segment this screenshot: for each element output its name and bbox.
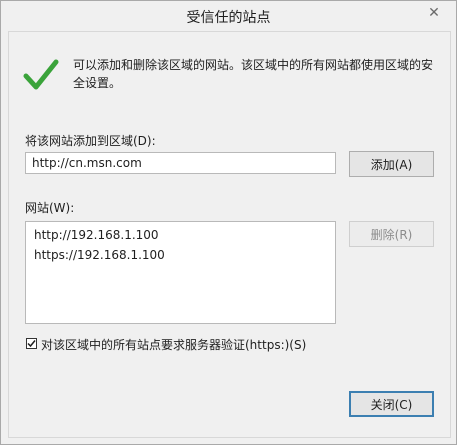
checkbox-check-icon bbox=[27, 340, 36, 348]
close-button[interactable]: 关闭(C) bbox=[349, 391, 434, 417]
site-url-input[interactable] bbox=[25, 152, 336, 174]
remove-button[interactable]: 删除(R) bbox=[349, 221, 434, 247]
info-message: 可以添加和删除该区域的网站。该区域中的所有网站都使用区域的安全设置。 bbox=[73, 58, 434, 90]
add-button[interactable]: 添加(A) bbox=[349, 151, 434, 177]
require-https-checkbox[interactable] bbox=[26, 338, 37, 349]
checkmark-icon bbox=[23, 59, 59, 90]
dialog-body: 可以添加和删除该区域的网站。该区域中的所有网站都使用区域的安全设置。 将该网站添… bbox=[8, 31, 451, 438]
list-item[interactable]: https://192.168.1.100 bbox=[34, 248, 165, 262]
require-https-label[interactable]: 对该区域中的所有站点要求服务器验证(https:)(S) bbox=[41, 336, 306, 353]
close-icon[interactable]: ✕ bbox=[420, 3, 448, 23]
add-site-label: 将该网站添加到区域(D): bbox=[25, 134, 156, 148]
dialog-title: 受信任的站点 bbox=[186, 10, 271, 26]
sites-listbox[interactable]: http://192.168.1.100 https://192.168.1.1… bbox=[25, 221, 336, 324]
trusted-sites-dialog: 受信任的站点 ✕ 可以添加和删除该区域的网站。该区域中的所有网站都使用区域的安全… bbox=[0, 0, 457, 445]
title-bar: 受信任的站点 ✕ bbox=[1, 1, 456, 31]
sites-label: 网站(W): bbox=[25, 201, 75, 215]
list-item[interactable]: http://192.168.1.100 bbox=[34, 228, 159, 242]
